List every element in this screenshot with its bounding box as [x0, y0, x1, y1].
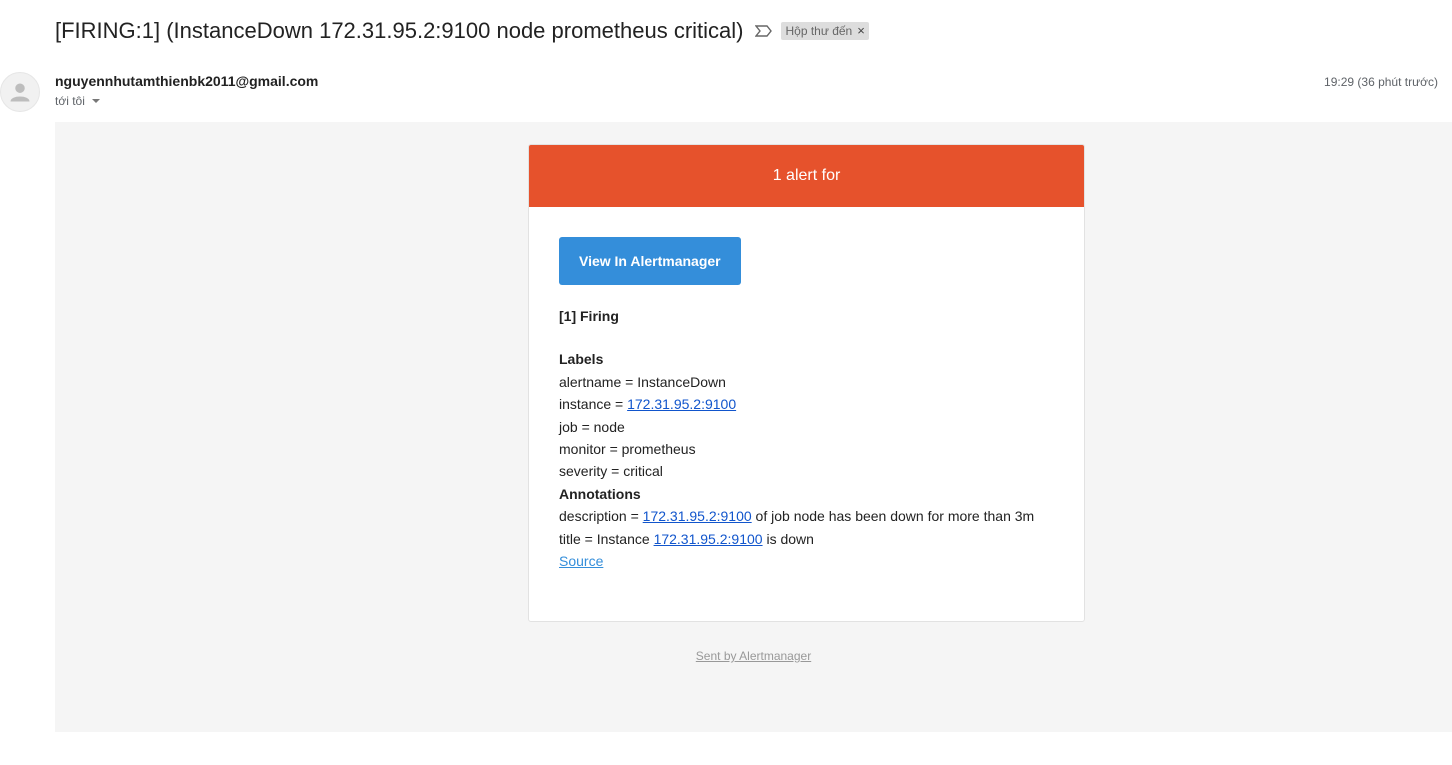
annotation-description: description = 172.31.95.2:9100 of job no…	[559, 505, 1054, 527]
annotation-title: title = Instance 172.31.95.2:9100 is dow…	[559, 528, 1054, 550]
description-instance-link[interactable]: 172.31.95.2:9100	[643, 508, 752, 524]
footer: Sent by Alertmanager	[55, 649, 1452, 663]
sender-email: nguyennhutamthienbk2011@gmail.com	[55, 73, 319, 89]
sender-avatar	[0, 72, 40, 112]
inbox-label-chip[interactable]: Hộp thư đến ×	[781, 22, 869, 40]
inbox-label-text: Hộp thư đến	[785, 24, 853, 38]
recipient-text: tới tôi	[55, 94, 85, 108]
label-severity: severity = critical	[559, 463, 663, 480]
label-instance: instance = 172.31.95.2:9100	[559, 393, 1054, 415]
email-subject: [FIRING:1] (InstanceDown 172.31.95.2:910…	[55, 18, 744, 43]
label-job: job = node	[559, 418, 625, 435]
label-monitor: monitor = prometheus	[559, 441, 696, 458]
person-icon	[10, 83, 30, 102]
firing-title: [1] Firing	[559, 308, 619, 324]
importance-marker-icon[interactable]	[755, 24, 773, 38]
sent-by-alertmanager-link[interactable]: Sent by Alertmanager	[696, 649, 811, 663]
source-link[interactable]: Source	[559, 553, 603, 569]
subject-row: [FIRING:1] (InstanceDown 172.31.95.2:910…	[55, 14, 869, 48]
email-timestamp: 19:29 (36 phút trước)	[1324, 75, 1438, 89]
alert-card: 1 alert for View In Alertmanager [1] Fir…	[528, 144, 1085, 622]
alert-header: 1 alert for	[529, 145, 1084, 207]
description-prefix: description =	[559, 508, 643, 525]
source-row: Source	[559, 550, 1054, 572]
title-suffix: is down	[762, 530, 814, 547]
label-instance-prefix: instance =	[559, 396, 628, 413]
label-alertname: alertname = InstanceDown	[559, 373, 726, 390]
email-body: 1 alert for View In Alertmanager [1] Fir…	[55, 122, 1452, 732]
annotations-title: Annotations	[559, 485, 641, 502]
view-in-alertmanager-button[interactable]: View In Alertmanager	[559, 237, 741, 285]
description-suffix: of job node has been down for more than …	[751, 508, 1035, 525]
instance-link[interactable]: 172.31.95.2:9100	[627, 396, 736, 412]
recipient-line: tới tôi	[55, 94, 100, 108]
labels-title: Labels	[559, 351, 604, 368]
close-icon[interactable]: ×	[857, 24, 865, 38]
title-prefix: title = Instance	[559, 530, 654, 547]
title-instance-link[interactable]: 172.31.95.2:9100	[654, 531, 763, 547]
alert-content: View In Alertmanager [1] Firing Labels a…	[529, 207, 1084, 572]
caret-down-icon[interactable]	[91, 99, 100, 103]
